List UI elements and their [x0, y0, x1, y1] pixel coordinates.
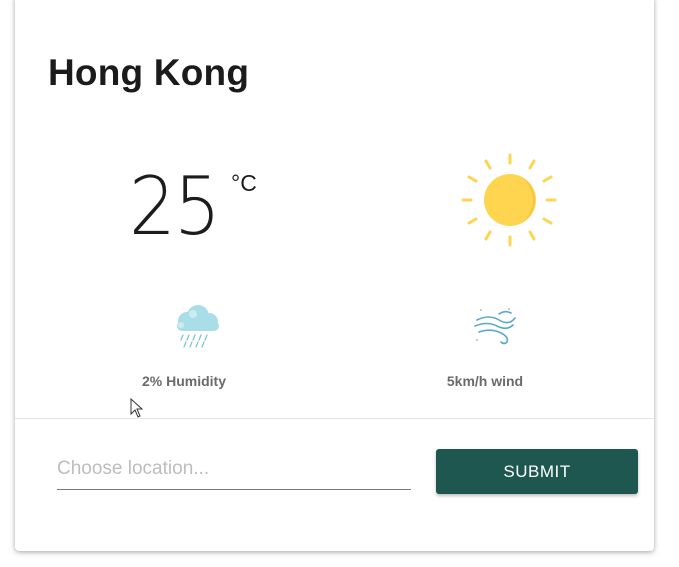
rain-cloud-icon: [177, 305, 219, 348]
humidity-label: 2% Humidity: [141, 373, 226, 389]
city-name: Hong Kong: [48, 52, 250, 93]
weather-card: Hong Kong 25 °C 2% Humidity 5km/h wind C…: [15, 0, 654, 551]
temperature-value: 25: [129, 160, 221, 253]
mouse-cursor-icon: [130, 398, 144, 418]
card-divider: [15, 418, 654, 419]
location-input[interactable]: [57, 448, 411, 490]
wind-label: 5km/h wind: [446, 373, 524, 389]
temperature-display: 25 °C: [129, 160, 257, 253]
temperature-unit: °C: [231, 170, 257, 196]
wind-icon: [474, 308, 516, 345]
sun-icon: [461, 153, 557, 247]
submit-button[interactable]: SUBMIT: [436, 449, 638, 494]
